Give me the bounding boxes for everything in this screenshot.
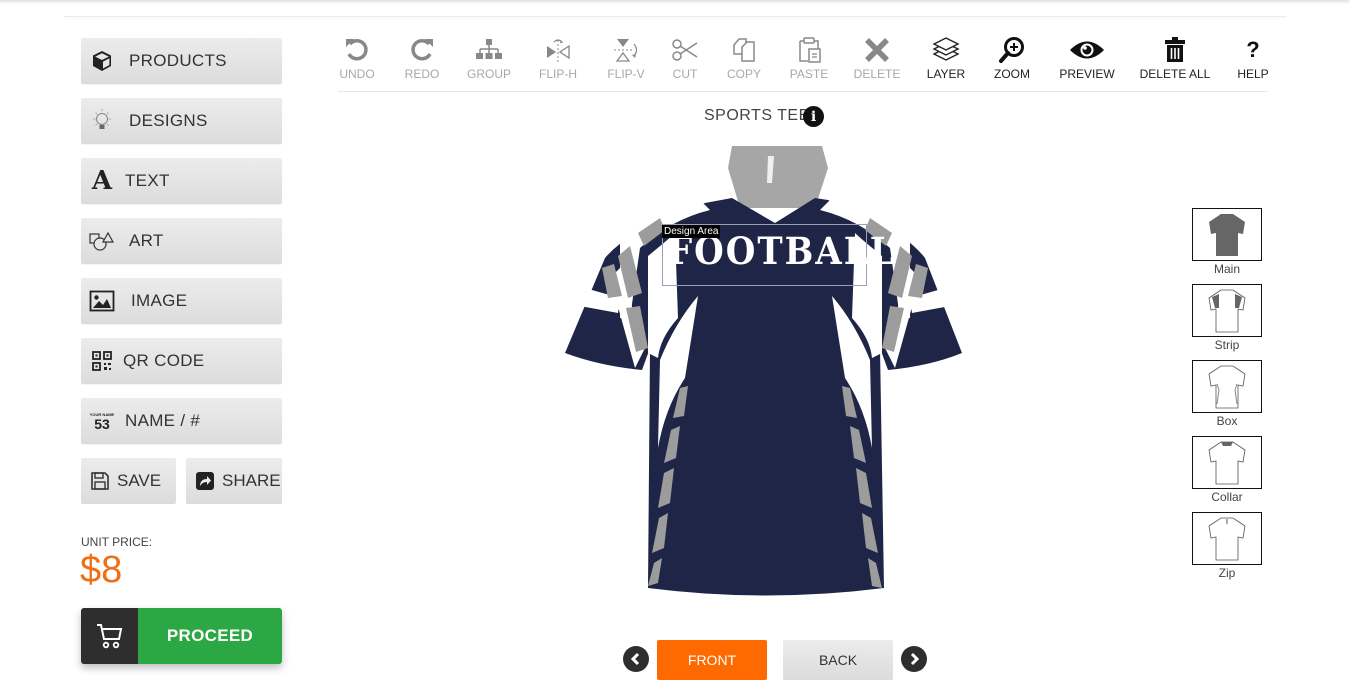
sidebar-item-image[interactable]: IMAGE [81,278,282,324]
zoom-button[interactable]: ZOOM [992,34,1032,81]
chevron-right-icon [910,652,920,666]
back-view-button[interactable]: BACK [783,640,893,680]
group-icon [475,34,503,66]
group-button[interactable]: GROUP [467,34,511,81]
share-icon [194,470,216,492]
delete-button[interactable]: DELETE [854,34,900,81]
part-collar[interactable]: Collar [1192,436,1262,504]
part-main[interactable]: Main [1192,208,1262,276]
part-thumbnail [1192,512,1262,565]
name-number-icon: YOUR NAME 53 [89,411,115,432]
proceed-button[interactable]: PROCEED [81,608,282,664]
flip-vertical-icon [612,34,640,66]
image-icon [89,288,115,314]
save-label: SAVE [117,471,162,490]
shapes-icon [89,228,115,254]
unit-price-value: $8 [80,549,123,591]
layer-button[interactable]: LAYER [927,34,965,81]
front-view-button[interactable]: FRONT [657,640,767,680]
delete-x-icon [864,34,890,66]
sidebar-item-label: ART [129,231,164,250]
text-a-icon: A [91,166,113,196]
sidebar-item-art[interactable]: ART [81,218,282,264]
unit-price-label: UNIT PRICE: [81,535,153,549]
cart-icon [81,608,138,664]
part-thumbnail [1192,436,1262,489]
sidebar-item-label: TEXT [125,171,170,190]
paste-icon [795,34,823,66]
eye-icon [1069,34,1105,66]
previous-view-button[interactable] [623,646,649,672]
next-view-button[interactable] [901,646,927,672]
redo-icon [408,34,436,66]
part-thumbnail [1192,360,1262,413]
flip-horizontal-icon [544,34,572,66]
header-divider [64,16,1286,17]
layers-icon [932,34,960,66]
shirt-preview [565,146,962,596]
scissors-icon [671,34,699,66]
undo-button[interactable]: UNDO [338,34,376,81]
sidebar-item-label: IMAGE [131,291,188,310]
undo-icon [343,34,371,66]
floppy-disk-icon [89,470,111,492]
preview-button[interactable]: PREVIEW [1059,34,1115,81]
chevron-left-icon [630,652,640,666]
cut-button[interactable]: CUT [670,34,700,81]
trash-icon [1164,34,1186,66]
sidebar-item-label: QR CODE [123,351,205,370]
flip-v-button[interactable]: FLIP-V [606,34,646,81]
proceed-label: PROCEED [138,608,282,664]
sidebar-item-products[interactable]: PRODUCTS [81,38,282,84]
save-button[interactable]: SAVE [81,458,176,504]
part-thumbnail [1192,284,1262,337]
sidebar-item-text[interactable]: A TEXT [81,158,282,204]
zoom-in-icon [998,34,1026,66]
design-area-label: Design Area [662,225,721,238]
cube-icon [89,48,115,74]
part-zip[interactable]: Zip [1192,512,1262,580]
part-strip[interactable]: Strip [1192,284,1262,352]
delete-all-button[interactable]: DELETE ALL [1140,34,1210,81]
redo-button[interactable]: REDO [403,34,441,81]
part-box[interactable]: Box [1192,360,1262,428]
help-button[interactable]: ? HELP [1236,34,1270,81]
copy-button[interactable]: COPY [726,34,762,81]
sidebar-item-name-number[interactable]: YOUR NAME 53 NAME / # [81,398,282,444]
toolbar: UNDO REDO GROUP FLIP-H FLIP-V CUT COPY P… [338,34,1270,92]
sidebar-item-label: NAME / # [125,411,201,430]
question-icon: ? [1246,37,1260,62]
sidebar-item-designs[interactable]: DESIGNS [81,98,282,144]
sidebar-item-label: PRODUCTS [129,51,227,70]
sidebar-item-label: DESIGNS [129,111,208,130]
share-button[interactable]: SHARE [186,458,282,504]
sidebar-item-qr-code[interactable]: QR CODE [81,338,282,384]
share-label: SHARE [222,471,281,490]
part-thumbnail [1192,208,1262,261]
info-icon[interactable]: i [803,106,824,127]
paste-button[interactable]: PASTE [789,34,829,81]
lightbulb-icon [89,108,115,134]
copy-icon [730,34,758,66]
product-title: SPORTS TEE [704,107,810,124]
top-shadow [0,0,1349,4]
collar [728,146,828,208]
qr-code-icon [89,348,115,374]
flip-h-button[interactable]: FLIP-H [538,34,578,81]
